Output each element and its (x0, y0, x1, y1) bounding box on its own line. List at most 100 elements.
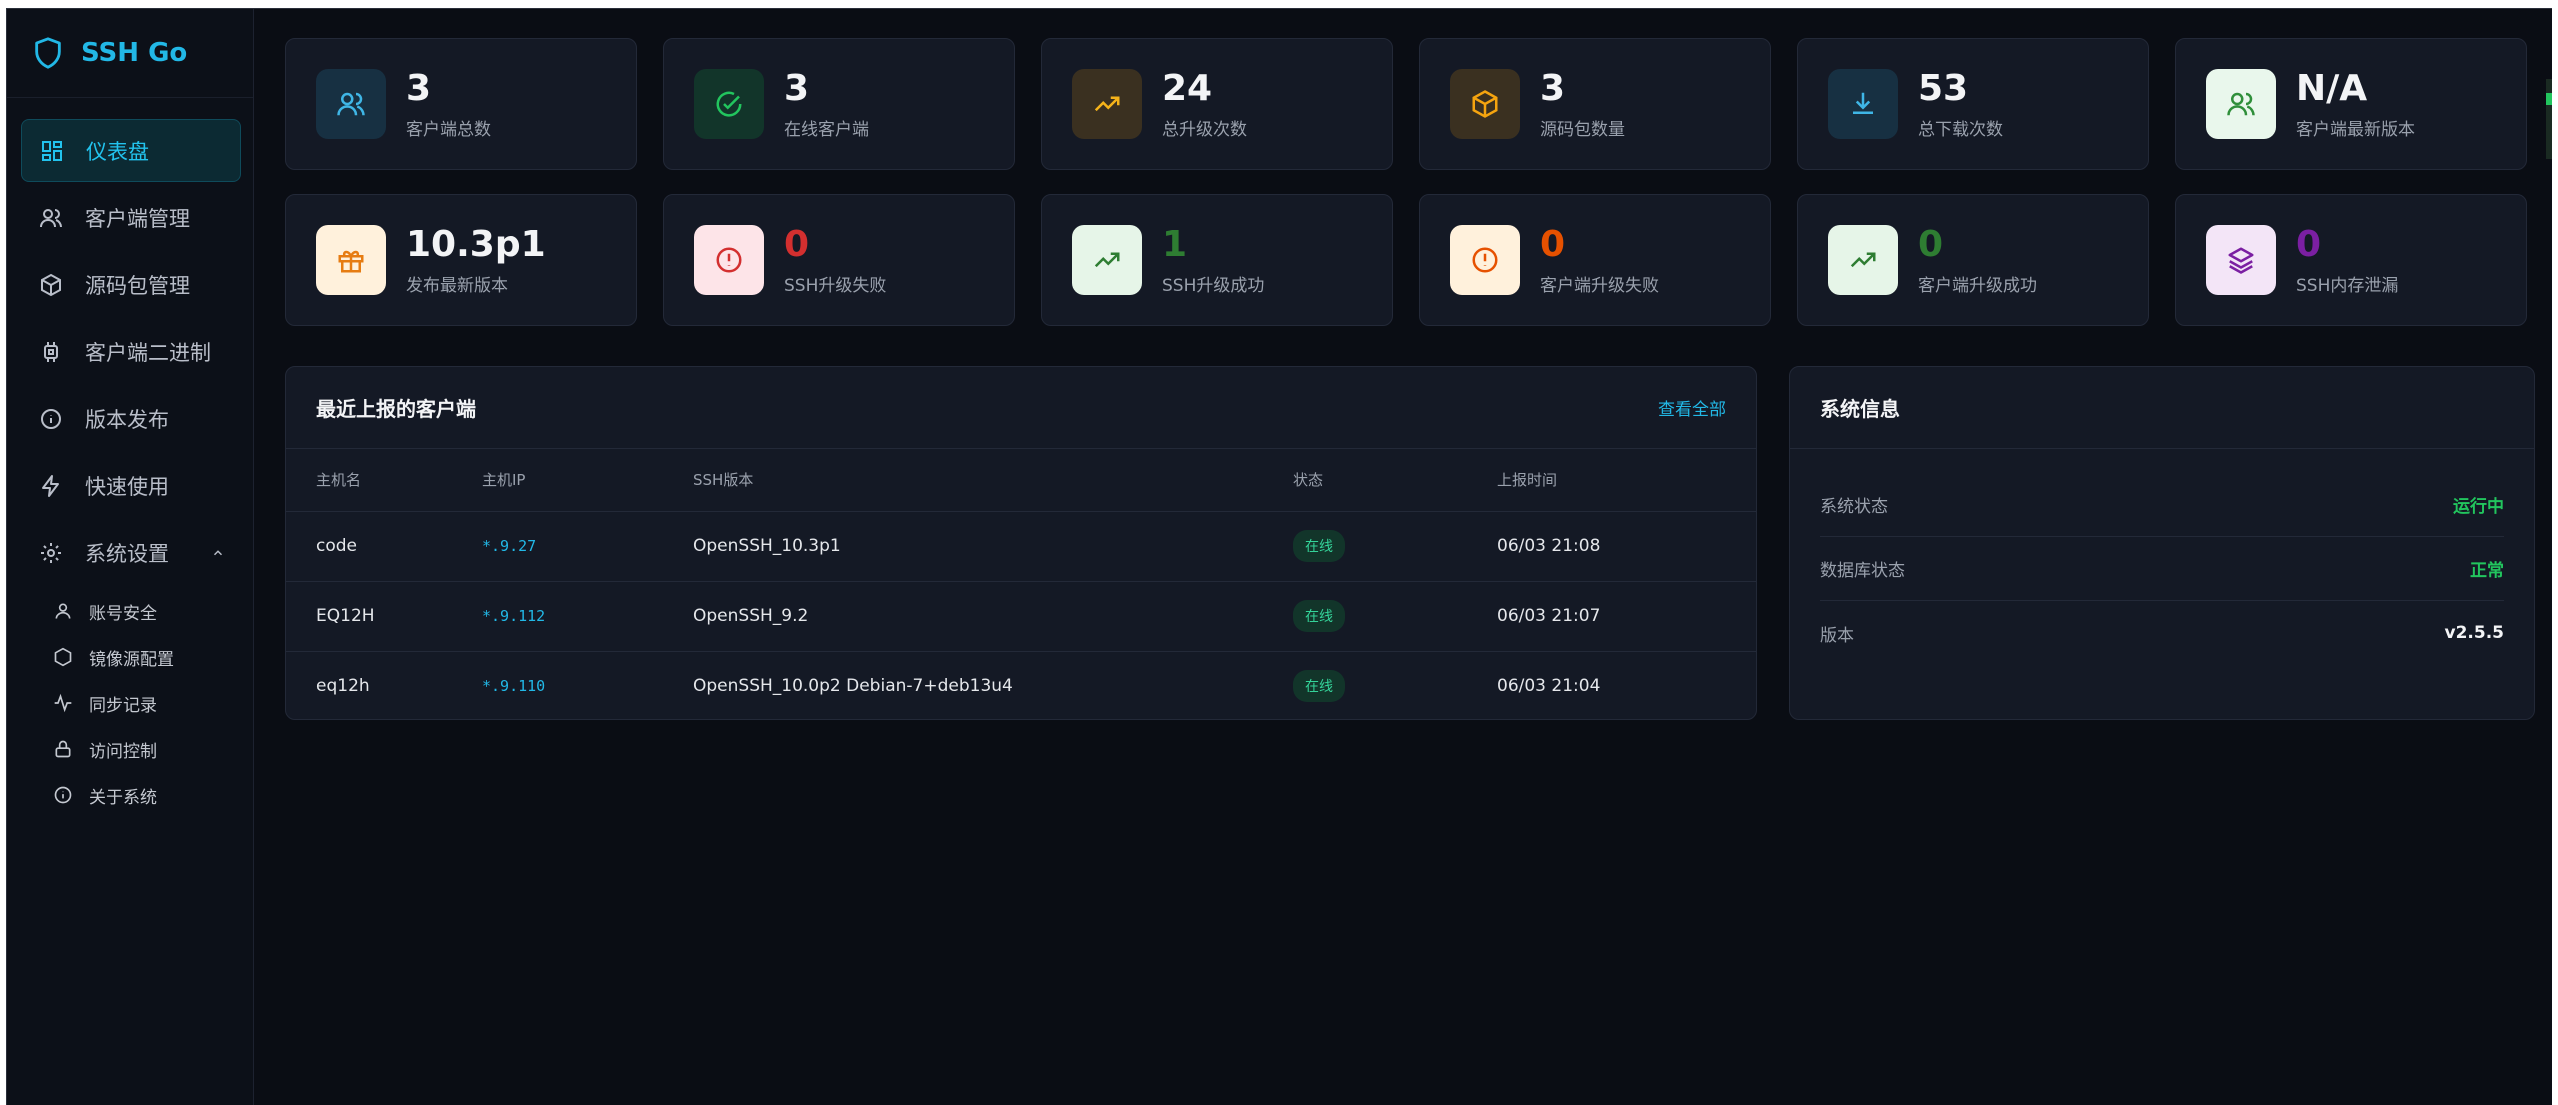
gear-icon (41, 542, 61, 563)
stat-card-client-upgrade-failed: 0 客户端升级失败 (1419, 194, 1771, 326)
info-key: 数据库状态 (1820, 561, 1905, 581)
stat-value: 3 (406, 68, 432, 109)
zap-icon (42, 474, 59, 497)
sidebar-subitem-label: 访问控制 (89, 741, 157, 762)
sidebar-item-releases[interactable]: 版本发布 (21, 387, 241, 450)
brand[interactable]: SSH Go (31, 33, 187, 73)
cell-hostname: eq12h (316, 676, 370, 697)
system-info-panel: 系统信息 系统状态 运行中 数据库状态 正常 版本 v2.5.5 (1789, 366, 2535, 720)
info-circle-icon (41, 408, 61, 429)
sidebar-subitem-sync[interactable]: 同步记录 (53, 680, 241, 726)
sidebar-subitem-account[interactable]: 账号安全 (53, 588, 241, 634)
stat-card-latest-client-version: N/A 客户端最新版本 (2175, 38, 2527, 170)
sidebar-item-binaries[interactable]: 客户端二进制 (21, 320, 241, 383)
sidebar-item-quickstart[interactable]: 快速使用 (21, 454, 241, 517)
panel-header: 系统信息 (1790, 367, 2534, 449)
stat-value: 0 (1918, 224, 1944, 265)
stat-icon-bg (316, 69, 386, 139)
info-row-system-status: 系统状态 运行中 (1820, 473, 2504, 537)
cell-status: 在线 (1293, 511, 1497, 582)
sidebar-subitem-access[interactable]: 访问控制 (53, 726, 241, 772)
cell-report-time: 06/03 21:08 (1497, 511, 1756, 582)
status-badge: 在线 (1293, 530, 1345, 562)
cell-ssh-version: OpenSSH_9.2 (693, 581, 1293, 652)
sidebar-subitem-label: 账号安全 (89, 603, 157, 624)
cell-ip: *.9.27 (482, 511, 693, 582)
stat-card-client-upgrade-success: 0 客户端升级成功 (1797, 194, 2149, 326)
stat-value: 1 (1162, 224, 1188, 265)
sidebar-item-label: 客户端管理 (85, 206, 190, 231)
layers-icon (2228, 247, 2254, 274)
stat-label: 客户端升级失败 (1540, 276, 1659, 296)
stat-label: 客户端升级成功 (1918, 276, 2037, 296)
stat-card-downloads: 53 总下载次数 (1797, 38, 2149, 170)
stat-value: 53 (1918, 68, 1969, 109)
stat-label: 发布最新版本 (406, 276, 508, 296)
trending-up-icon (1850, 252, 1876, 268)
stat-label: 总下载次数 (1918, 120, 2003, 140)
cell-report-time: 06/03 21:07 (1497, 581, 1756, 652)
sidebar-item-packages[interactable]: 源码包管理 (21, 253, 241, 316)
sidebar-subitem-about[interactable]: 关于系统 (53, 772, 241, 818)
info-key: 版本 (1820, 625, 1854, 646)
stat-label: 源码包数量 (1540, 120, 1625, 140)
stat-value: 24 (1162, 68, 1213, 109)
cell-ip: *.9.112 (482, 581, 693, 652)
stat-icon-bg (1450, 225, 1520, 295)
column-header-ssh-version: SSH版本 (693, 449, 1293, 512)
column-header-hostname: 主机名 (286, 449, 482, 512)
cell-status: 在线 (1293, 651, 1497, 719)
info-circle-icon (54, 786, 72, 804)
cell-report-time: 06/03 21:04 (1497, 676, 1601, 697)
stat-card-ssh-memory-leak: 0 SSH内存泄漏 (2175, 194, 2527, 326)
sidebar-item-dashboard[interactable]: 仪表盘 (21, 119, 241, 182)
clients-table: 主机名 主机IP SSH版本 状态 上报时间 code *.9.27 OpenS… (286, 449, 1756, 719)
box-icon (41, 273, 61, 296)
trending-up-icon (1094, 96, 1120, 112)
stat-icon-bg (694, 225, 764, 295)
sidebar-subitem-mirror[interactable]: 镜像源配置 (53, 634, 241, 680)
stat-icon-bg (1072, 69, 1142, 139)
sidebar-item-clients[interactable]: 客户端管理 (21, 186, 241, 249)
sidebar-item-label: 快速使用 (85, 474, 169, 499)
stat-icon-bg (694, 69, 764, 139)
stat-label: SSH内存泄漏 (2296, 276, 2399, 296)
gift-icon (338, 250, 364, 273)
stat-value: 0 (784, 224, 810, 265)
sidebar-item-label: 仪表盘 (86, 139, 149, 164)
cell-ssh-version: OpenSSH_10.0p2 Debian-7+deb13u4 (693, 676, 1013, 697)
shield-icon (35, 37, 61, 69)
stat-label: 总升级次数 (1162, 120, 1247, 140)
table-header-row: 主机名 主机IP SSH版本 状态 上报时间 (286, 449, 1756, 512)
check-circle-icon (716, 91, 742, 117)
stat-card-packages: 3 源码包数量 (1419, 38, 1771, 170)
stat-label: SSH升级成功 (1162, 276, 1265, 296)
sidebar-item-settings[interactable]: 系统设置 (21, 521, 241, 584)
sidebar-subitem-label: 镜像源配置 (89, 649, 174, 670)
users-icon (40, 208, 62, 227)
view-all-link[interactable]: 查看全部 (1658, 395, 1726, 420)
scrollbar[interactable] (2546, 79, 2552, 159)
cell-ip: *.9.110 (482, 677, 546, 696)
stat-value: N/A (2296, 68, 2368, 109)
stat-card-online-clients: 3 在线客户端 (663, 38, 1015, 170)
sidebar-item-label: 系统设置 (85, 541, 169, 566)
stat-label: SSH升级失败 (784, 276, 887, 296)
info-row-version: 版本 v2.5.5 (1820, 601, 2504, 665)
download-icon (1853, 92, 1873, 114)
sidebar-item-label: 源码包管理 (85, 273, 190, 298)
stat-card-ssh-upgrade-failed: 0 SSH升级失败 (663, 194, 1015, 326)
sidebar: SSH Go 仪表盘 客户端管理 源码包管理 客户端二进制 版本发布 快速使用 … (7, 9, 254, 1105)
panel-header: 最近上报的客户端 查看全部 (286, 367, 1756, 449)
stat-icon-bg (316, 225, 386, 295)
stat-icon-bg (2206, 69, 2276, 139)
user-icon (55, 603, 71, 619)
stat-card-total-clients: 3 客户端总数 (285, 38, 637, 170)
cell-ssh-version: OpenSSH_10.3p1 (693, 511, 1293, 582)
table-row[interactable]: code *.9.27 OpenSSH_10.3p1 在线 06/03 21:0… (286, 511, 1756, 582)
activity-icon (54, 693, 72, 713)
info-row-db-status: 数据库状态 正常 (1820, 537, 2504, 601)
table-row[interactable]: eq12h *.9.110 OpenSSH_10.0p2 Debian-7+de… (286, 651, 1756, 719)
table-row[interactable]: EQ12H *.9.112 OpenSSH_9.2 在线 06/03 21:07 (286, 581, 1756, 652)
app-name: SSH Go (81, 38, 188, 68)
